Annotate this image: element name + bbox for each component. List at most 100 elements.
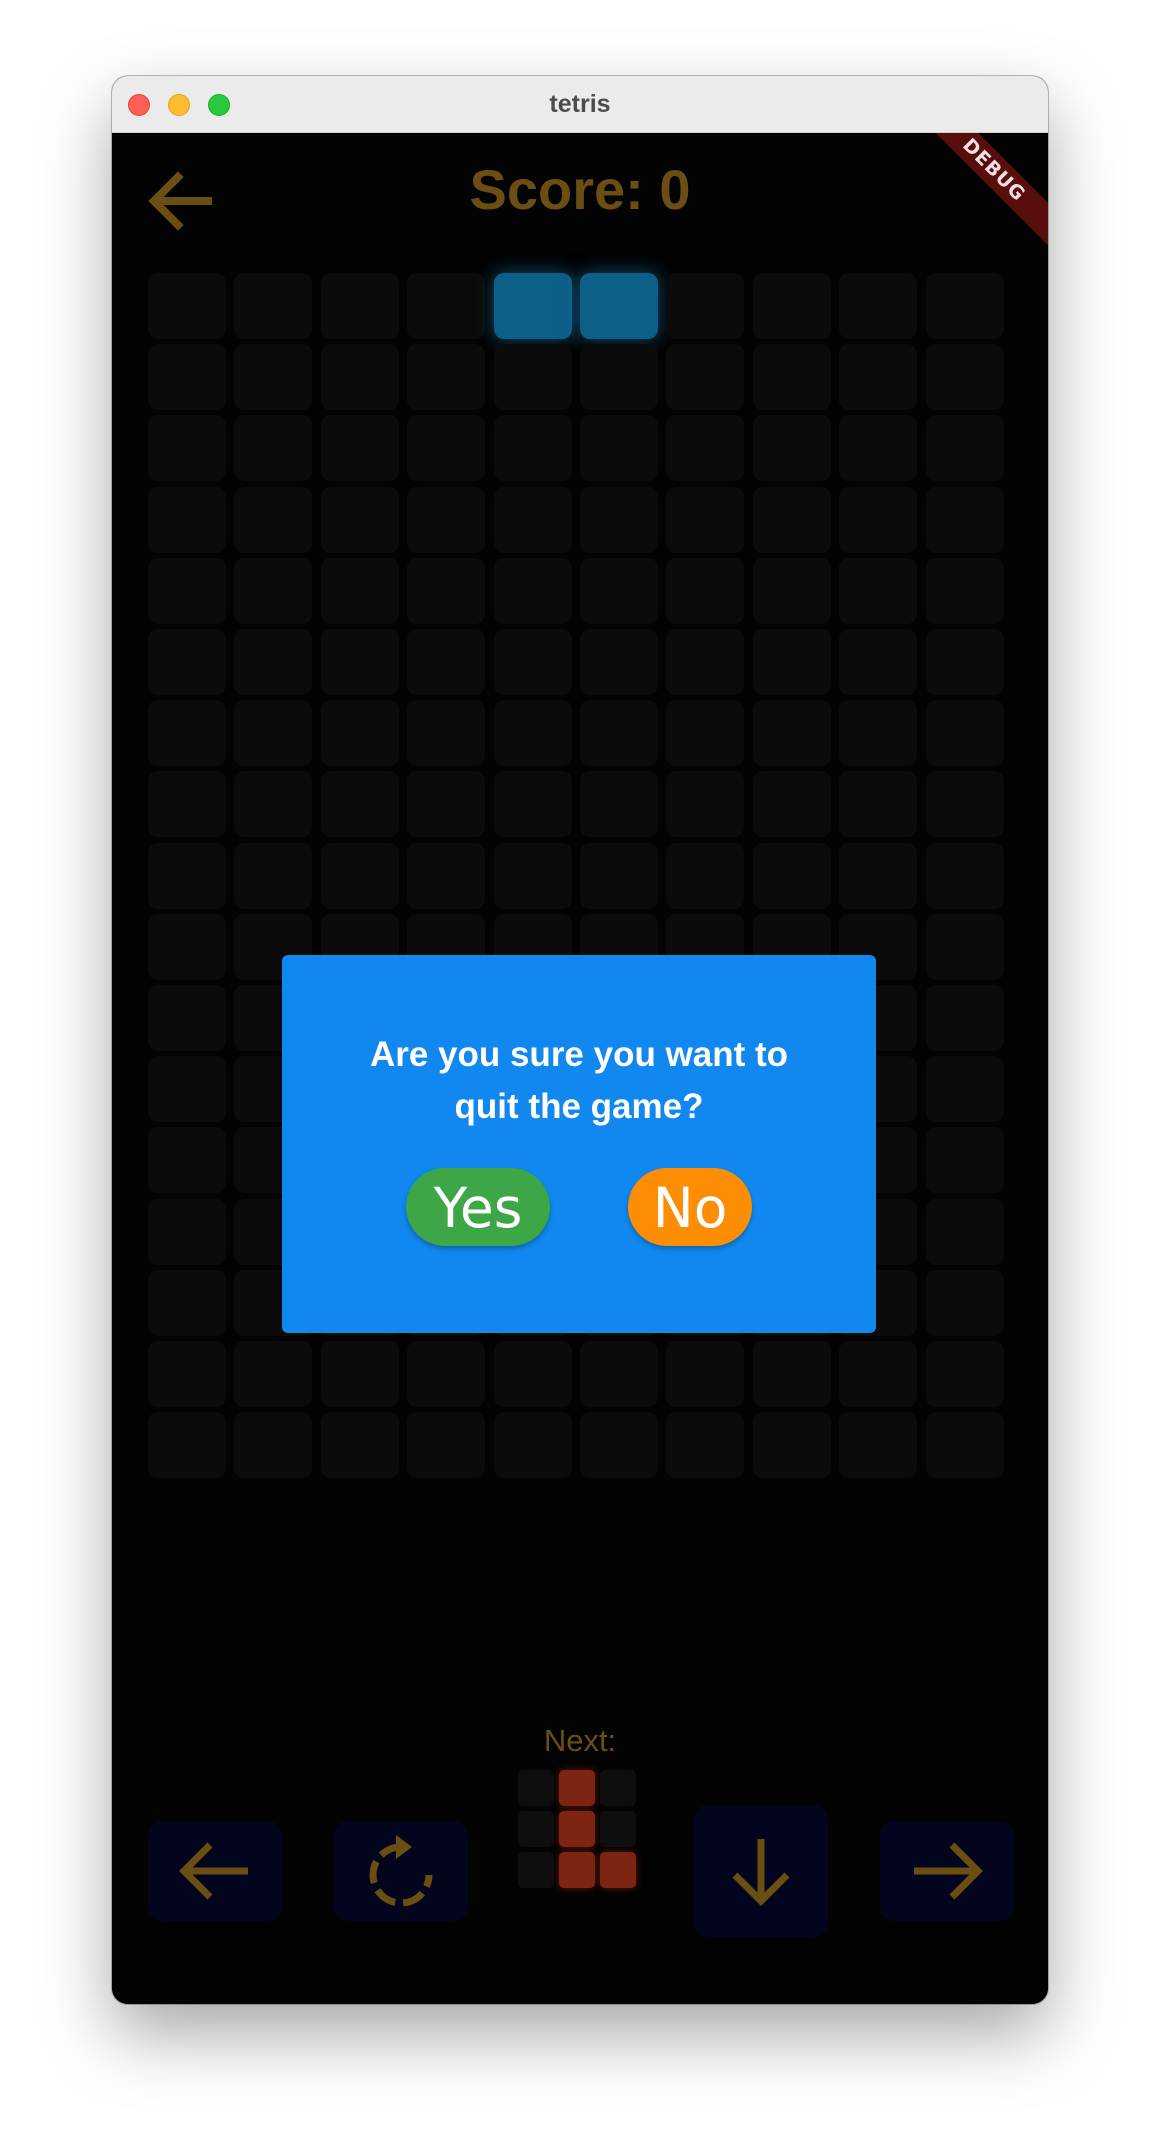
arrow-right-icon (914, 1842, 983, 1900)
board-cell (493, 557, 572, 624)
board-cell (752, 700, 831, 767)
next-preview-cell (600, 1770, 636, 1806)
board-cell (493, 344, 572, 411)
board-cell (320, 629, 399, 695)
next-preview-cell (518, 1852, 554, 1888)
board-cell (407, 771, 486, 838)
board-cell (925, 1056, 1004, 1123)
board-cell (752, 771, 831, 838)
board-cell (493, 771, 572, 838)
next-piece-block (559, 1770, 595, 1806)
board-cell (148, 557, 226, 624)
move-left-button[interactable] (148, 1821, 282, 1921)
board-cell (234, 486, 313, 553)
board-cell (839, 1412, 918, 1479)
board-cell (407, 629, 486, 695)
board-cell (493, 1412, 572, 1479)
board-cell (580, 344, 658, 411)
move-right-button[interactable] (880, 1821, 1014, 1921)
dialog-message-line2: quit the game? (454, 1087, 704, 1126)
rotate-button[interactable] (334, 1821, 468, 1921)
board-cell (925, 629, 1004, 695)
board-cell (320, 700, 399, 767)
board-cell (580, 1341, 658, 1407)
board-cell (493, 629, 572, 695)
board-cell (407, 344, 486, 411)
board-cell (148, 1127, 226, 1194)
board-cell (320, 557, 399, 624)
board-cell (320, 1412, 399, 1479)
board-cell (752, 1341, 831, 1407)
board-cell (925, 557, 1004, 624)
board-cell (234, 557, 313, 624)
board-cell (320, 771, 399, 838)
board-cell (493, 486, 572, 553)
next-label: Next: (543, 1723, 617, 1758)
board-cell (839, 771, 918, 838)
board-cell (666, 1412, 745, 1479)
board-cell (148, 1198, 226, 1265)
next-preview-cell (518, 1811, 554, 1847)
board-cell (148, 415, 226, 482)
board-cell (148, 1341, 226, 1407)
rotate-icon (369, 1835, 433, 1907)
board-cell (493, 415, 572, 482)
board-cell (234, 1341, 313, 1407)
title-bar: tetris (112, 76, 1048, 133)
next-preview-cell (518, 1770, 554, 1806)
board-cell (320, 415, 399, 482)
board-cell (580, 771, 658, 838)
board-cell (148, 629, 226, 695)
board-cell (407, 1341, 486, 1407)
board-cell (148, 1412, 226, 1479)
board-cell (666, 629, 745, 695)
board-cell (320, 1341, 399, 1407)
no-button[interactable]: No (628, 1168, 752, 1246)
active-block (493, 273, 572, 339)
board-cell (493, 700, 572, 767)
active-block (580, 273, 658, 339)
board-cell (752, 629, 831, 695)
board-cell (580, 415, 658, 482)
board-cell (148, 842, 226, 909)
board-cell (925, 415, 1004, 482)
board-cell (925, 985, 1004, 1051)
board-cell (407, 700, 486, 767)
board-cell (407, 415, 486, 482)
board-cell (234, 771, 313, 838)
board-cell (666, 344, 745, 411)
board-cell (752, 842, 831, 909)
board-cell (839, 415, 918, 482)
board-cell (925, 700, 1004, 767)
board-cell (925, 771, 1004, 838)
board-cell (925, 913, 1004, 980)
board-cell (666, 415, 745, 482)
next-piece-block (559, 1811, 595, 1847)
yes-button[interactable]: Yes (406, 1168, 550, 1246)
board-cell (148, 344, 226, 411)
board-cell (839, 557, 918, 624)
board-cell (839, 273, 918, 339)
window-title: tetris (549, 90, 611, 118)
board-cell (407, 557, 486, 624)
board-cell (666, 1341, 745, 1407)
board-cell (407, 273, 486, 339)
board-cell (148, 700, 226, 767)
board-cell (925, 1198, 1004, 1265)
board-cell (493, 842, 572, 909)
board-cell (666, 700, 745, 767)
board-cell (925, 1127, 1004, 1194)
board-cell (925, 273, 1004, 339)
board-cell (234, 629, 313, 695)
board-cell (320, 273, 399, 339)
board-cell (407, 842, 486, 909)
board-cell (752, 1412, 831, 1479)
board-cell (234, 344, 313, 411)
board-cell (752, 273, 831, 339)
board-cell (148, 985, 226, 1051)
next-piece-block (559, 1852, 595, 1888)
move-down-button[interactable] (694, 1805, 828, 1937)
next-piece-block (600, 1852, 636, 1888)
board-cell (148, 913, 226, 980)
board-cell (320, 344, 399, 411)
